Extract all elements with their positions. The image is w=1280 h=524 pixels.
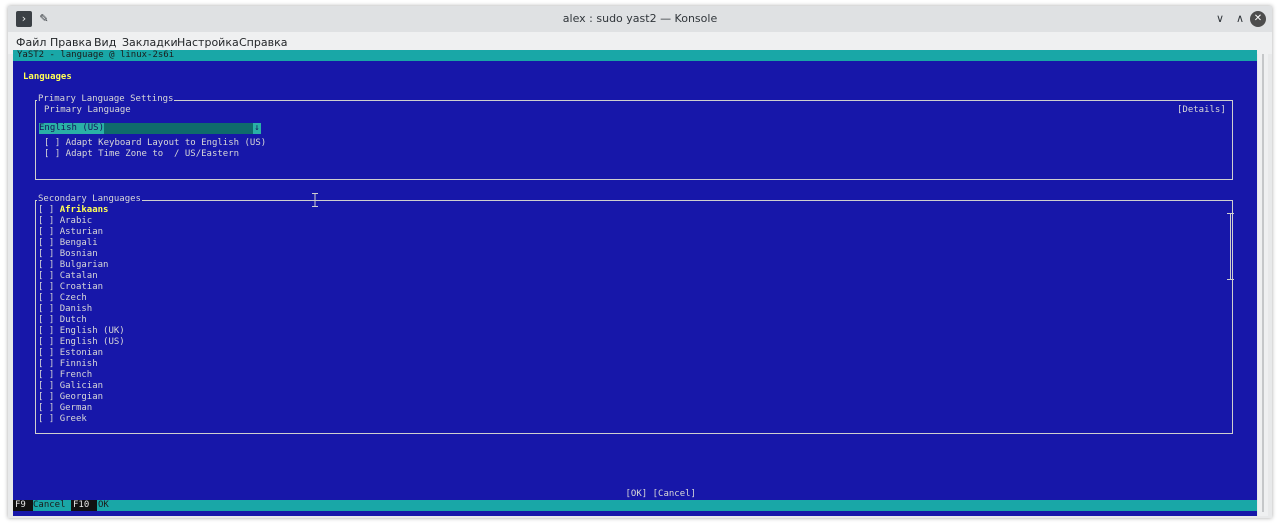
- language-name: Bengali: [59, 238, 98, 248]
- checkbox[interactable]: [ ]: [38, 414, 60, 424]
- language-list-item[interactable]: [ ] Arabic: [38, 216, 92, 227]
- checkbox[interactable]: [ ]: [38, 216, 60, 226]
- language-name: Greek: [59, 414, 87, 424]
- language-name: Estonian: [59, 348, 104, 358]
- language-list-item[interactable]: [ ] Bosnian: [38, 249, 98, 260]
- function-key-bar: F9 Cancel F10 OK: [13, 500, 1257, 511]
- menu-settings[interactable]: Настройка: [177, 36, 239, 49]
- primary-language-value: English (US): [39, 123, 105, 134]
- language-list-item[interactable]: [ ] Greek: [38, 414, 87, 425]
- language-list-item[interactable]: [ ] Galician: [38, 381, 103, 392]
- window-title: alex : sudo yast2 — Konsole: [562, 12, 718, 25]
- ok-button[interactable]: [OK]: [626, 489, 648, 499]
- yast-header: YaST2 - language @ linux-2s6i: [17, 50, 175, 60]
- checkbox[interactable]: [ ]: [38, 359, 60, 369]
- checkbox[interactable]: [ ]: [38, 304, 60, 314]
- primary-language-label: Primary Language: [44, 105, 131, 115]
- language-name: Bulgarian: [59, 260, 109, 270]
- language-name: English (UK): [59, 326, 125, 336]
- list-scrollbar[interactable]: [1227, 213, 1235, 283]
- language-list-item[interactable]: [ ] Bulgarian: [38, 260, 108, 271]
- language-name: Croatian: [59, 282, 104, 292]
- language-list-item[interactable]: [ ] Estonian: [38, 348, 103, 359]
- checkbox[interactable]: [ ]: [38, 348, 60, 358]
- language-name: Dutch: [59, 315, 87, 325]
- checkbox[interactable]: [ ]: [38, 403, 60, 413]
- menu-file[interactable]: Файл: [16, 36, 46, 49]
- language-name: Afrikaans: [59, 205, 109, 215]
- language-list-item[interactable]: [ ] Asturian: [38, 227, 103, 238]
- language-list-item[interactable]: [ ] Catalan: [38, 271, 98, 282]
- language-list-item[interactable]: [ ] English (US): [38, 337, 125, 348]
- menu-bookmarks[interactable]: Закладки: [122, 36, 178, 49]
- details-button[interactable]: [Details]: [1177, 105, 1226, 116]
- language-name: Bosnian: [59, 249, 98, 259]
- language-list-item[interactable]: [ ] Finnish: [38, 359, 98, 370]
- language-name: Czech: [59, 293, 87, 303]
- language-name: Georgian: [59, 392, 104, 402]
- page-title: Languages: [23, 72, 72, 82]
- checkbox[interactable]: [ ]: [38, 238, 60, 248]
- secondary-legend: Secondary Languages: [37, 194, 142, 205]
- checkbox[interactable]: [ ]: [38, 227, 60, 237]
- language-list-item[interactable]: [ ] Georgian: [38, 392, 103, 403]
- language-list-item[interactable]: [ ] Czech: [38, 293, 87, 304]
- language-name: German: [59, 403, 93, 413]
- primary-language-combo[interactable]: English (US) ↓: [39, 123, 261, 134]
- menu-help[interactable]: Справка: [239, 36, 287, 49]
- ibeam-cursor-icon: [312, 193, 318, 207]
- language-name: Finnish: [59, 359, 98, 369]
- primary-legend: Primary Language Settings: [37, 94, 175, 105]
- language-name: Arabic: [59, 216, 93, 226]
- language-list-item[interactable]: [ ] Danish: [38, 304, 92, 315]
- language-list-item[interactable]: [ ] English (UK): [38, 326, 125, 337]
- checkbox[interactable]: [ ]: [38, 249, 60, 259]
- checkbox[interactable]: [ ]: [38, 370, 60, 380]
- menu-edit[interactable]: Правка: [50, 36, 92, 49]
- language-name: Danish: [59, 304, 93, 314]
- checkbox[interactable]: [ ]: [38, 381, 60, 391]
- checkbox[interactable]: [ ]: [38, 337, 60, 347]
- language-list-item[interactable]: [ ] Bengali: [38, 238, 98, 249]
- language-list-item[interactable]: [ ] Dutch: [38, 315, 87, 326]
- checkbox[interactable]: [ ]: [38, 392, 60, 402]
- checkbox[interactable]: [ ]: [38, 282, 60, 292]
- language-list-item[interactable]: [ ] Croatian: [38, 282, 103, 293]
- chevron-down-icon[interactable]: ∨: [1212, 11, 1228, 27]
- language-name: French: [59, 370, 93, 380]
- language-name: Galician: [59, 381, 104, 391]
- checkbox[interactable]: [ ]: [38, 315, 60, 325]
- dropdown-arrow-icon[interactable]: ↓: [253, 123, 261, 134]
- checkbox[interactable]: [ ]: [38, 205, 60, 215]
- language-name: Catalan: [59, 271, 98, 281]
- konsole-window: › ✎ alex : sudo yast2 — Konsole ∨ ∧ ✕ Фа…: [8, 6, 1272, 518]
- checkbox[interactable]: [ ]: [38, 260, 60, 270]
- terminal-scrollbar[interactable]: [1258, 50, 1268, 516]
- menu-view[interactable]: Вид: [94, 36, 116, 49]
- terminal-screen[interactable]: YaST2 - language @ linux-2s6i Languages …: [13, 50, 1257, 516]
- f10-label[interactable]: OK: [98, 500, 109, 511]
- chevron-up-icon[interactable]: ∧: [1232, 11, 1248, 27]
- checkbox[interactable]: [ ]: [38, 326, 60, 336]
- f9-key[interactable]: F9: [13, 500, 33, 511]
- title-bar[interactable]: › ✎ alex : sudo yast2 — Konsole ∨ ∧ ✕: [8, 6, 1272, 32]
- close-icon[interactable]: ✕: [1250, 11, 1266, 27]
- language-list-item[interactable]: [ ] German: [38, 403, 92, 414]
- yast-header-bar: YaST2 - language @ linux-2s6i: [13, 50, 1257, 61]
- language-name: English (US): [59, 337, 125, 347]
- f9-label[interactable]: Cancel: [33, 500, 66, 511]
- secondary-languages-frame: [35, 200, 1233, 434]
- f10-key[interactable]: F10: [71, 500, 97, 511]
- language-list-item[interactable]: [ ] Afrikaans: [38, 205, 108, 216]
- language-name: Asturian: [59, 227, 104, 237]
- cancel-button[interactable]: [Cancel]: [653, 489, 696, 499]
- language-list-item[interactable]: [ ] French: [38, 370, 92, 381]
- checkbox[interactable]: [ ]: [38, 271, 60, 281]
- checkbox[interactable]: [ ]: [38, 293, 60, 303]
- adapt-timezone-checkbox[interactable]: [ ] Adapt Time Zone to / US/Eastern: [44, 149, 239, 160]
- adapt-keyboard-checkbox[interactable]: [ ] Adapt Keyboard Layout to English (US…: [44, 138, 266, 149]
